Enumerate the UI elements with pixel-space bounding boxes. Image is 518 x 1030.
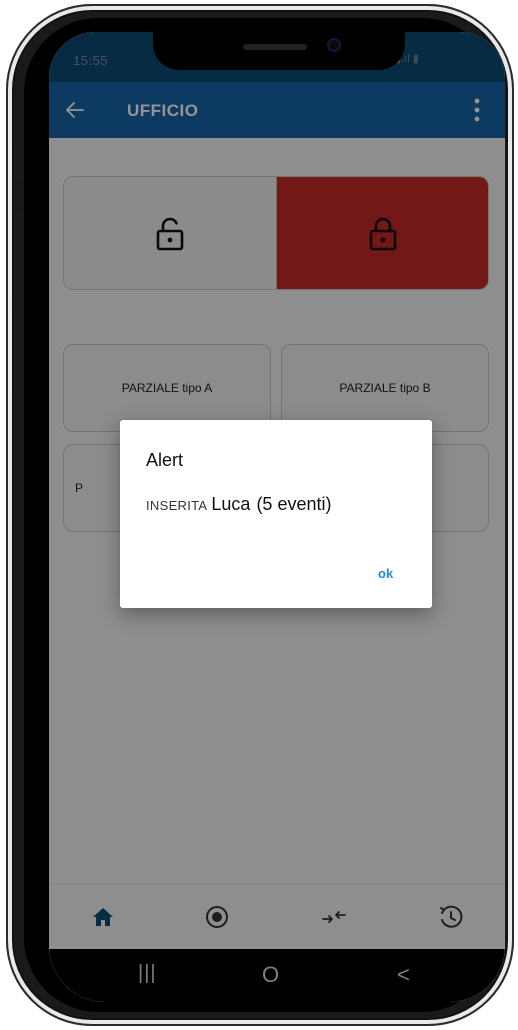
dialog-message: INSERITA Luca (5 eventi) — [146, 494, 331, 515]
side-button — [14, 142, 20, 180]
side-button — [14, 212, 20, 296]
user-name: Luca — [211, 494, 251, 514]
side-button — [14, 310, 20, 394]
event-count: (5 eventi) — [256, 494, 332, 514]
phone-screen: 15:55 ▮▮.ıl ▮ UFFICIO PARZIALE tipo A PA… — [49, 32, 505, 1002]
ok-button[interactable]: ok — [378, 566, 393, 581]
dialog-title: Alert — [146, 450, 184, 470]
alert-dialog: Alert INSERITA Luca (5 eventi) ok — [120, 420, 432, 608]
event-type: INSERITA — [146, 498, 208, 513]
